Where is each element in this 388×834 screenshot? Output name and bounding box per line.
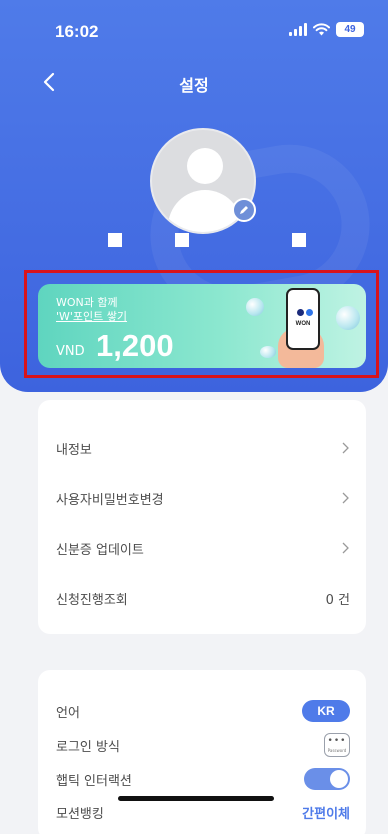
chevron-right-icon [342,492,349,504]
menu-item-application-status[interactable]: 신청진행조회 0 건 [56,586,350,610]
masked-user-name [108,233,308,247]
pencil-icon [240,206,248,214]
wifi-icon [313,23,330,36]
language-label: 언어 [56,705,80,721]
highlight-box [24,270,379,378]
password-icon[interactable]: ••• Password [324,733,350,757]
menu-item-label: 사용자비밀번호변경 [56,492,164,508]
home-indicator [118,796,274,801]
motion-banking-label: 모션뱅킹 [56,806,104,822]
language-row: 언어 KR [56,699,350,723]
status-time: 16:02 [55,22,99,41]
account-menu-card: 내정보 사용자비밀번호변경 신분증 업데이트 신청진행조회 0 건 [38,400,366,634]
battery-icon: 49 [336,22,364,37]
nav-bar: 설정 [0,62,388,102]
menu-item-my-info[interactable]: 내정보 [56,436,350,460]
application-count: 0 건 [325,592,350,608]
avatar-body [168,190,242,232]
language-button[interactable]: KR [302,700,350,722]
signal-icon [289,23,307,36]
toggle-knob [330,770,348,788]
haptic-toggle[interactable] [304,768,350,790]
chevron-right-icon [342,442,349,454]
login-method-label: 로그인 방식 [56,739,120,755]
login-method-row: 로그인 방식 ••• Password [56,733,350,757]
page-title: 설정 [179,76,209,95]
motion-banking-link[interactable]: 간편이체 [302,803,350,822]
password-icon-label: Password [327,748,347,753]
status-icons: 49 [289,22,364,37]
motion-banking-row: 모션뱅킹 간편이체 [56,800,350,824]
menu-item-id-update[interactable]: 신분증 업데이트 [56,536,350,560]
avatar-head [187,148,223,184]
menu-item-label: 신청진행조회 [56,592,128,608]
haptic-label: 햅틱 인터랙션 [56,773,132,789]
status-bar: 16:02 49 [0,0,388,60]
preferences-card: 언어 KR 로그인 방식 ••• Password 햅틱 인터랙션 모션뱅킹 간… [38,670,366,834]
haptic-row: 햅틱 인터랙션 [56,767,350,791]
chevron-right-icon [342,542,349,554]
menu-item-label: 내정보 [56,442,92,458]
menu-item-label: 신분증 업데이트 [56,542,144,558]
edit-icon[interactable] [232,198,256,222]
menu-item-change-password[interactable]: 사용자비밀번호변경 [56,486,350,510]
